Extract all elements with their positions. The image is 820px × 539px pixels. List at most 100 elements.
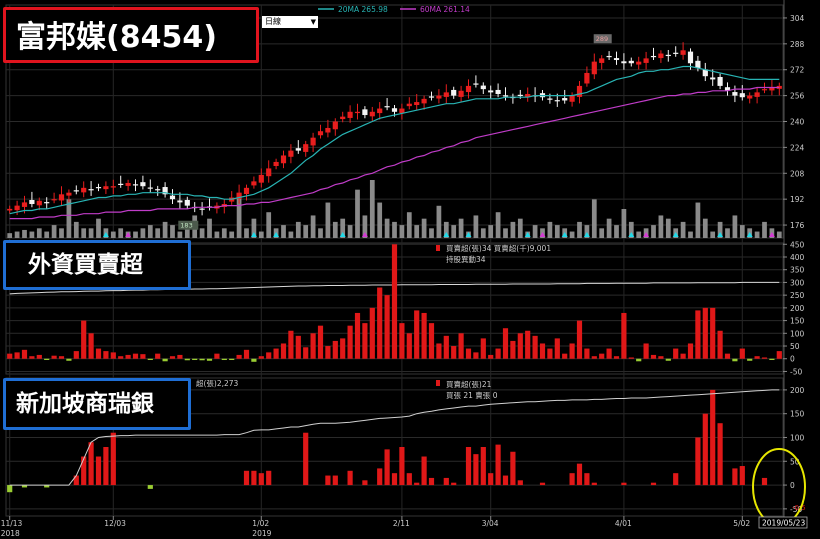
foreign-net-bar — [658, 356, 664, 359]
candle-body — [673, 52, 679, 54]
broker-net-bar — [406, 473, 412, 486]
candle-body — [51, 199, 57, 201]
candle-body — [428, 96, 435, 98]
broker-net-bar — [539, 482, 546, 486]
broker-legend-buysell: 買張 21 賣張 0 — [446, 390, 498, 400]
foreign-axis-tick-label: 200 — [790, 304, 805, 313]
candle-body — [88, 189, 94, 191]
candle-body — [687, 51, 694, 64]
foreign-net-bar — [443, 335, 449, 359]
foreign-net-bar — [377, 287, 383, 359]
candle-body — [488, 90, 494, 93]
candle-body — [36, 200, 42, 206]
broker-legend-swatch — [436, 380, 440, 386]
foreign-net-bar — [66, 358, 72, 361]
candle-body — [665, 54, 671, 57]
foreign-net-bar — [29, 356, 35, 359]
foreign-net-bar — [406, 333, 412, 359]
broker-net-bar — [761, 477, 768, 486]
candle-body — [110, 186, 116, 188]
candle-body — [406, 103, 412, 107]
foreign-net-bar — [169, 356, 176, 359]
foreign-net-bar — [325, 346, 331, 359]
candle-body — [391, 108, 398, 112]
foreign-axis-tick-label: 250 — [790, 291, 805, 300]
foreign-net-bar — [754, 356, 760, 359]
broker-net-bar — [251, 470, 257, 486]
foreign-net-bar — [451, 346, 457, 359]
foreign-net-bar — [458, 333, 464, 359]
candle-body — [732, 92, 738, 96]
x-axis-date-label: 3/04 — [482, 519, 499, 528]
foreign-axis-tick-label: -50 — [790, 367, 802, 376]
ma60-legend-label: 60MA 261.14 — [420, 5, 470, 14]
candle-body — [576, 85, 583, 97]
volume-bar — [680, 221, 686, 238]
volume-bar — [258, 231, 264, 238]
foreign-net-bar — [162, 358, 168, 362]
foreign-net-bar — [643, 343, 649, 359]
foreign-investor-panel-title: 外資買賣超 — [3, 240, 191, 290]
candle-body — [473, 83, 479, 85]
foreign-net-bar — [488, 354, 494, 359]
foreign-net-bar — [747, 358, 753, 361]
candle-body — [295, 148, 301, 151]
candle-body — [650, 55, 657, 58]
broker-net-bar — [428, 477, 435, 486]
volume-bar — [59, 228, 64, 238]
candle-body — [695, 60, 701, 69]
foreign-net-bar — [354, 312, 361, 359]
broker-panel-title: 新加坡商瑞銀 — [3, 378, 191, 430]
broker-net-bar — [110, 432, 116, 486]
broker-net-bar — [103, 447, 109, 486]
foreign-net-bar — [221, 358, 227, 361]
foreign-net-bar — [347, 325, 353, 359]
foreign-net-bar — [532, 335, 538, 359]
foreign-net-bar — [562, 353, 568, 359]
candle-body — [710, 77, 716, 80]
foreign-net-bar — [547, 348, 553, 359]
broker-net-bar — [510, 451, 516, 486]
foreign-net-bar — [539, 343, 546, 359]
foreign-net-bar — [88, 333, 94, 359]
foreign-net-bar — [21, 349, 28, 359]
foreign-net-bar — [584, 348, 590, 359]
period-select[interactable]: 日線 ▼ — [262, 16, 318, 28]
broker-net-bar — [443, 477, 449, 486]
broker-net-bar — [591, 482, 597, 486]
volume-bar — [155, 228, 161, 238]
foreign-net-bar — [369, 307, 375, 359]
volume-bar — [221, 228, 227, 238]
foreign-net-bar — [650, 354, 657, 359]
candle-body — [280, 155, 287, 164]
broker-net-bar — [465, 447, 472, 486]
foreign-net-bar — [110, 352, 116, 359]
foreign-net-bar — [569, 343, 575, 359]
volume-bar — [332, 221, 338, 238]
candle-body — [317, 131, 324, 136]
foreign-net-bar — [73, 351, 79, 359]
x-axis-date-label: 1/02 — [252, 519, 269, 528]
broker-net-bar — [739, 466, 745, 486]
broker-net-bar — [88, 442, 94, 486]
price-axis-tick-label: 288 — [790, 40, 805, 49]
foreign-net-bar — [214, 353, 220, 359]
broker-net-bar — [243, 470, 250, 486]
low-price-marker-label: 183 — [180, 222, 192, 230]
broker-net-bar — [362, 480, 368, 486]
foreign-net-bar — [599, 353, 605, 359]
volume-bar — [665, 218, 671, 238]
candle-body — [377, 108, 383, 114]
candle-body — [266, 168, 272, 177]
broker-net-bar — [717, 423, 723, 486]
chevron-down-icon: ▼ — [310, 18, 316, 26]
price-axis-tick-label: 240 — [790, 118, 805, 127]
foreign-net-bar — [724, 353, 731, 359]
candle-body — [273, 161, 279, 166]
foreign-net-bar — [613, 356, 620, 359]
x-axis-date-label: 12/03 — [104, 519, 126, 528]
volume-bar — [81, 228, 87, 238]
foreign-net-bar — [480, 338, 486, 359]
foreign-net-bar — [399, 323, 405, 359]
candle-body — [414, 102, 420, 105]
